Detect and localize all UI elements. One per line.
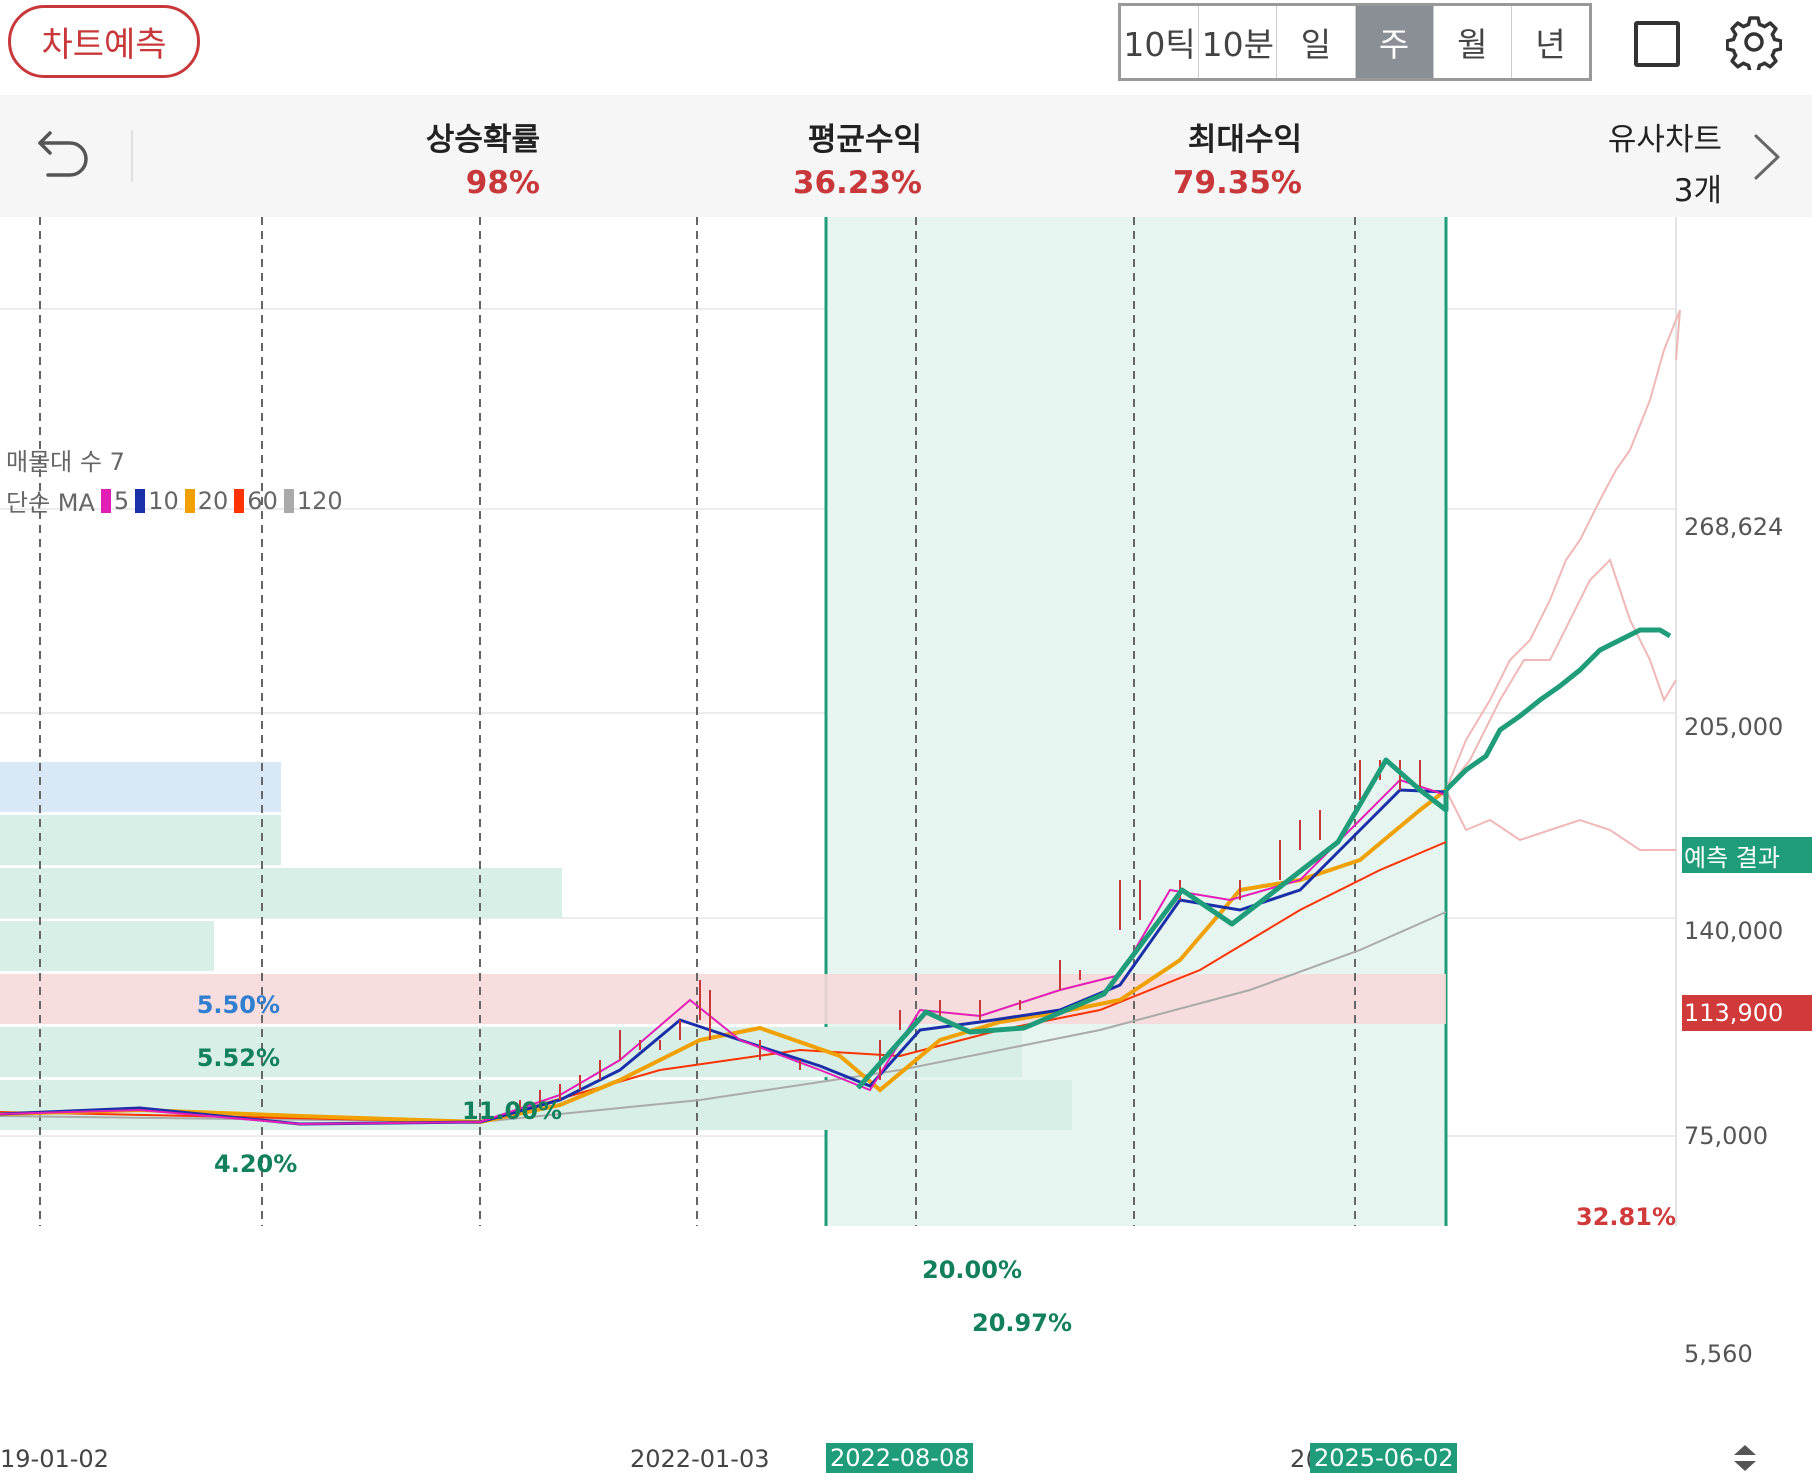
ma-10-swatch <box>135 488 146 513</box>
similar-charts-label: 유사차트 <box>1607 122 1722 158</box>
tab-week[interactable]: 주 <box>1355 6 1434 78</box>
max-return-stat: 최대수익 79.35% <box>1140 114 1302 201</box>
volume-bar-3 <box>0 868 562 918</box>
similar-chart-paths <box>1445 309 1681 851</box>
tab-10tick[interactable]: 10틱 <box>1121 6 1200 78</box>
undo-icon[interactable] <box>34 123 92 183</box>
price-axis-label-5: 5,560 <box>1684 1340 1753 1368</box>
chart-predict-button[interactable]: 차트예측 <box>8 5 200 78</box>
ma-120-swatch <box>283 488 294 513</box>
ma-60-label: 60 <box>247 486 278 515</box>
prediction-result-tag: 예측 결과 <box>1682 837 1812 873</box>
price-axis-label-3: 140,000 <box>1684 917 1784 945</box>
volume-label-6: 20.00% <box>922 1256 1022 1284</box>
volume-bar-2 <box>0 815 281 865</box>
current-price-tag: 113,900 <box>1682 995 1812 1031</box>
average-return-label: 평균수익 <box>807 122 922 158</box>
similar-charts-count: 3개 <box>1673 173 1722 209</box>
ma-20-swatch <box>184 488 195 513</box>
ma-5-swatch <box>100 488 111 513</box>
tab-year[interactable]: 년 <box>1512 6 1589 78</box>
volume-label-3: 11.00% <box>462 1097 562 1125</box>
volume-bar-4 <box>0 921 214 971</box>
volume-bar-6 <box>0 1027 1022 1077</box>
price-chart[interactable] <box>0 217 1812 1256</box>
similar-charts-link[interactable]: 유사차트 3개 <box>1608 114 1722 210</box>
date-axis-label-2: 2022-01-03 <box>630 1445 770 1473</box>
ma-legend-prefix: 단순 MA <box>6 489 95 517</box>
chart-area[interactable]: 매물대 수 7 단순 MA 5 10 20 60 120 5.50% 5.52%… <box>0 217 1812 1473</box>
average-return-stat: 평균수익 36.23% <box>760 114 922 201</box>
period-tabs: 10틱 10분 일 주 월 년 <box>1118 3 1592 81</box>
gear-icon[interactable] <box>1726 14 1782 70</box>
price-axis-label-2: 205,000 <box>1684 713 1784 741</box>
highlight-end-date-tag: 2025-06-02 <box>1310 1443 1458 1473</box>
max-return-label: 최대수익 <box>1187 122 1302 158</box>
volume-profile-legend: 매물대 수 7 <box>6 448 125 476</box>
scale-updown-icon[interactable] <box>1732 1443 1758 1473</box>
ma-10-label: 10 <box>148 486 179 515</box>
volume-label-2: 5.52% <box>196 1044 280 1072</box>
highlight-start-date-tag: 2022-08-08 <box>826 1443 974 1473</box>
chevron-right-icon[interactable] <box>1752 132 1782 182</box>
ma-5-label: 5 <box>113 486 130 515</box>
volume-label-5: 32.81% <box>1576 1203 1676 1231</box>
prediction-result-line <box>1444 627 1672 792</box>
ma-20-label: 20 <box>197 486 229 515</box>
ma-120-label: 120 <box>296 486 343 515</box>
volume-label-4: 4.20% <box>214 1150 298 1178</box>
volume-bar-1 <box>0 762 281 812</box>
price-axis-label-4: 75,000 <box>1684 1122 1768 1150</box>
rise-probability-label: 상승확률 <box>425 122 540 158</box>
top-toolbar: 차트예측 10틱 10분 일 주 월 년 <box>0 0 1812 95</box>
tab-month[interactable]: 월 <box>1434 6 1512 78</box>
tab-day[interactable]: 일 <box>1277 6 1356 78</box>
max-return-value: 79.35% <box>1172 165 1302 201</box>
rise-probability-stat: 상승확률 98% <box>400 114 540 201</box>
tab-10min[interactable]: 10분 <box>1199 6 1278 78</box>
price-axis-label-1: 268,624 <box>1684 513 1784 541</box>
date-axis-label-1: 19-01-02 <box>0 1445 109 1473</box>
square-icon[interactable] <box>1634 21 1680 67</box>
ma-60-swatch <box>234 488 245 513</box>
average-return-value: 36.23% <box>792 165 922 201</box>
moving-average-legend: 단순 MA 5 10 20 60 120 <box>6 483 343 518</box>
volume-label-1: 5.50% <box>196 991 280 1019</box>
stats-divider <box>131 130 133 182</box>
volume-label-7: 20.97% <box>972 1309 1072 1337</box>
rise-probability-value: 98% <box>465 165 540 201</box>
